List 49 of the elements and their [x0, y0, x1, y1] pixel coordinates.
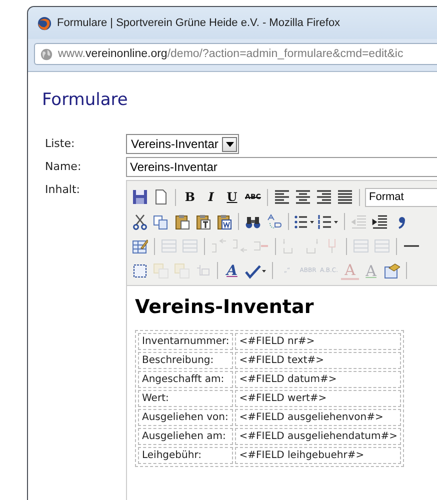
copy-icon[interactable]: [152, 212, 170, 231]
table-cell: Ausgeliehen am:: [138, 428, 234, 445]
align-right-icon[interactable]: [315, 188, 333, 206]
table-cell: <#FIELD wert#>: [235, 390, 402, 407]
table-cell: Beschreibung:: [138, 352, 234, 369]
name-field[interactable]: Vereins-Inventar: [126, 157, 437, 177]
italic-button[interactable]: I: [202, 188, 220, 206]
field-label: Inhalt:: [44, 182, 82, 196]
align-center-icon[interactable]: [294, 188, 312, 206]
page-heading: Formulare: [42, 90, 129, 110]
indent-icon[interactable]: [371, 212, 389, 231]
table-cell: <#FIELD ausgeliehenvon#>: [235, 409, 402, 426]
address-bar[interactable]: www.vereinonline.org/demo/?action=admin_formulare&cmd=edit&ic: [34, 43, 437, 65]
save-icon[interactable]: [131, 188, 149, 206]
scissors-icon[interactable]: [131, 212, 149, 231]
browser-logo-icon: [37, 16, 52, 30]
format-dropdown[interactable]: Format: [365, 188, 437, 207]
editor-area[interactable]: [127, 285, 437, 500]
field-label: Name:: [44, 159, 82, 173]
table-cell: <#FIELD nr#>: [235, 333, 402, 350]
bullet-list-icon[interactable]: [294, 212, 315, 231]
table-cell: Inventarnummer:: [138, 333, 234, 350]
template-icon[interactable]: [383, 262, 402, 280]
table-cell: Leihgebühr:: [138, 447, 234, 464]
field-label: Liste:: [44, 136, 76, 150]
list-dropdown[interactable]: Vereins-Inventar: [126, 134, 240, 154]
table-edit-icon[interactable]: [131, 237, 149, 256]
clipboard-icon[interactable]: [194, 212, 212, 231]
selection-icon[interactable]: [131, 262, 149, 280]
align-left-icon[interactable]: [273, 188, 291, 206]
table-cell: <#FIELD leihgebuehr#>: [235, 447, 402, 464]
bold-button[interactable]: B: [181, 188, 199, 206]
content-heading: Vereins-Inventar: [135, 296, 315, 318]
table-cell: <#FIELD ausgeliehendatum#>: [235, 428, 402, 445]
table-cell: <#FIELD datum#>: [235, 371, 402, 388]
clipboard-icon[interactable]: [173, 212, 191, 231]
table-cell: <#FIELD text#>: [235, 352, 402, 369]
justify-icon[interactable]: [336, 188, 354, 206]
table-cell: Wert:: [138, 390, 234, 407]
underline-button[interactable]: U: [223, 188, 241, 206]
table-cell: Ausgeliehen von:: [138, 409, 234, 426]
window-title: Formulare | Sportverein Grüne Heide e.V. - Mozilla Firefox: [57, 17, 340, 29]
caret-icon: [222, 136, 238, 152]
styles-button[interactable]: A: [223, 262, 241, 280]
numbered-list-icon[interactable]: [318, 212, 339, 231]
replace-icon[interactable]: [265, 212, 283, 231]
clipboard-icon[interactable]: [215, 212, 233, 231]
table-cell: Angeschafft am:: [138, 371, 234, 388]
globe-icon: [40, 48, 53, 60]
